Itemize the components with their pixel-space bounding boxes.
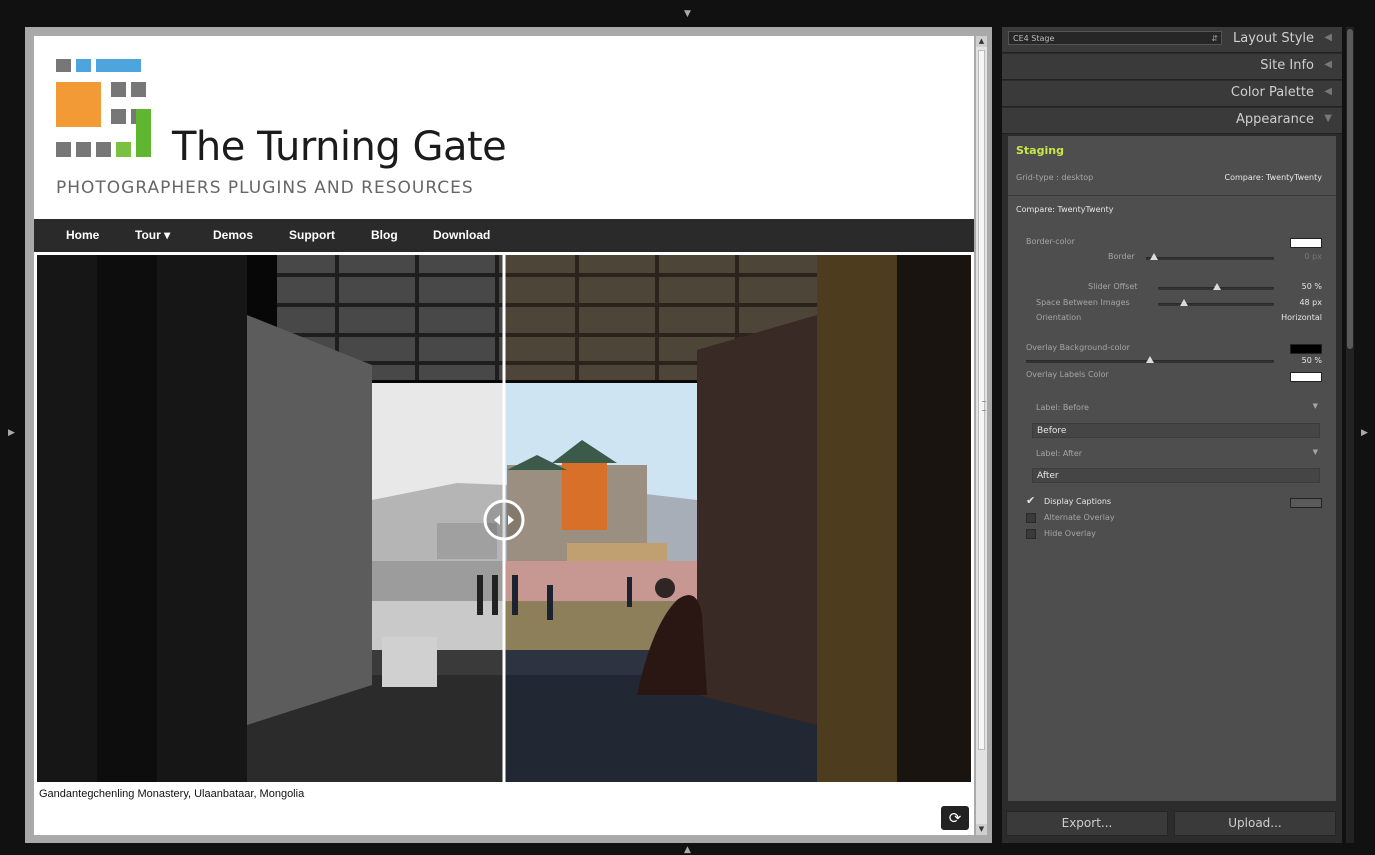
label-after-label: Label: After: [1036, 449, 1083, 458]
slider-knob-icon[interactable]: [1180, 299, 1188, 306]
export-button[interactable]: Export...: [1006, 811, 1168, 836]
display-captions-label: Display Captions: [1044, 497, 1112, 506]
border-color-swatch[interactable]: [1290, 238, 1322, 248]
before-after-photo[interactable]: [37, 255, 971, 782]
hide-overlay-label: Hide Overlay: [1044, 529, 1096, 538]
section-label: Appearance: [1235, 112, 1314, 127]
appearance-section: Staging Grid-type : desktop Compare: Twe…: [1008, 136, 1336, 801]
nav-item-tour[interactable]: Tour ▾: [135, 219, 170, 252]
collapse-triangle-icon: ◀: [1324, 32, 1332, 43]
appearance-header[interactable]: Appearance ▼: [1002, 108, 1342, 134]
brand-title: The Turning Gate: [172, 124, 507, 170]
nav-item-demos[interactable]: Demos: [213, 219, 253, 252]
color-palette-header[interactable]: Color Palette ◀: [1002, 81, 1342, 107]
nav-item-home[interactable]: Home: [66, 219, 99, 252]
slider-knob-icon[interactable]: [1150, 253, 1158, 260]
turning-gate-logo: [56, 59, 164, 159]
expand-triangle-icon: ▼: [1324, 113, 1332, 124]
staging-title: Staging: [1016, 144, 1064, 157]
label-after-field[interactable]: After: [1032, 468, 1320, 483]
web-preview-pane: The Turning Gate PHOTOGRAPHERS PLUGINS A…: [25, 27, 992, 843]
nav-item-blog[interactable]: Blog: [371, 219, 398, 252]
border-value: 0 px: [1304, 252, 1322, 261]
nav-item-download[interactable]: Download: [433, 219, 490, 252]
hide-overlay-checkbox[interactable]: [1026, 529, 1036, 539]
collapse-triangle-icon: ◀: [1324, 86, 1332, 97]
caption-color-swatch[interactable]: [1290, 498, 1322, 508]
label-before-field[interactable]: Before: [1032, 423, 1320, 438]
right-panel-toggle-icon[interactable]: ▶: [1361, 429, 1368, 438]
site-info-header[interactable]: Site Info ◀: [1002, 54, 1342, 80]
scrollbar-thumb[interactable]: [978, 50, 986, 750]
border-slider[interactable]: [1146, 257, 1274, 260]
dropdown-arrow-icon[interactable]: ▼: [1313, 402, 1318, 410]
alternate-overlay-checkbox[interactable]: [1026, 513, 1036, 523]
compare-heading: Compare: TwentyTwenty: [1016, 205, 1114, 214]
nav-item-support[interactable]: Support: [289, 219, 335, 252]
overlay-bg-label: Overlay Background-color: [1026, 343, 1130, 352]
upload-button[interactable]: Upload...: [1174, 811, 1336, 836]
site-nav: Home Tour ▾ Demos Support Blog Download: [34, 219, 974, 252]
dropdown-arrow-icon[interactable]: ▼: [1313, 448, 1318, 456]
comparison-image: [37, 255, 971, 782]
photo-caption: Gandantegchenling Monastery, Ulaanbataar…: [39, 788, 305, 800]
grid-type-label: Grid-type : desktop: [1016, 173, 1094, 182]
scroll-down-icon[interactable]: ▼: [976, 824, 987, 835]
preset-select[interactable]: CE4 Stage ⇵: [1008, 31, 1222, 45]
section-label: Site Info: [1260, 58, 1314, 73]
left-panel-toggle-icon[interactable]: ▶: [8, 429, 15, 438]
brand-tagline: PHOTOGRAPHERS PLUGINS AND RESOURCES: [56, 178, 474, 198]
preview-scrollbar[interactable]: ▲ ▼: [976, 36, 987, 835]
overlay-bg-swatch[interactable]: [1290, 344, 1322, 354]
space-between-value: 48 px: [1299, 298, 1322, 307]
slider-offset-value: 50 %: [1301, 282, 1322, 291]
overlay-opacity-value: 50 %: [1301, 356, 1322, 365]
scroll-up-icon[interactable]: ▲: [976, 36, 987, 47]
slider-offset-label: Slider Offset: [1088, 282, 1138, 291]
slider-knob-icon[interactable]: [1146, 356, 1154, 363]
section-label: Layout Style: [1233, 31, 1314, 46]
refresh-icon[interactable]: ⟳: [941, 806, 969, 830]
border-label: Border: [1108, 252, 1135, 261]
website-page: The Turning Gate PHOTOGRAPHERS PLUGINS A…: [34, 36, 974, 835]
space-between-slider[interactable]: [1158, 303, 1274, 306]
overlay-labels-label: Overlay Labels Color: [1026, 370, 1109, 379]
web-settings-panel: CE4 Stage ⇵ Layout Style ◀ Site Info ◀ Co…: [1002, 27, 1342, 843]
top-panel-toggle-icon[interactable]: ▼: [684, 10, 691, 19]
comparison-handle[interactable]: [483, 499, 525, 541]
label-before-label: Label: Before: [1036, 403, 1089, 412]
border-color-label: Border-color: [1026, 237, 1075, 246]
updown-icon: ⇵: [1211, 34, 1218, 43]
panel-scrollbar[interactable]: [1346, 27, 1354, 843]
orientation-select[interactable]: Horizontal: [1281, 313, 1322, 322]
checkmark-icon[interactable]: ✔: [1026, 494, 1035, 507]
overlay-labels-swatch[interactable]: [1290, 372, 1322, 382]
alternate-overlay-label: Alternate Overlay: [1044, 513, 1115, 522]
orientation-label: Orientation: [1036, 313, 1082, 322]
slider-knob-icon[interactable]: [1213, 283, 1221, 290]
grid-type-select[interactable]: Compare: TwentyTwenty: [1225, 173, 1322, 182]
collapse-triangle-icon: ◀: [1324, 59, 1332, 70]
space-between-label: Space Between Images: [1036, 298, 1130, 307]
section-label: Color Palette: [1230, 85, 1314, 100]
layout-style-header[interactable]: CE4 Stage ⇵ Layout Style ◀: [1002, 27, 1342, 53]
